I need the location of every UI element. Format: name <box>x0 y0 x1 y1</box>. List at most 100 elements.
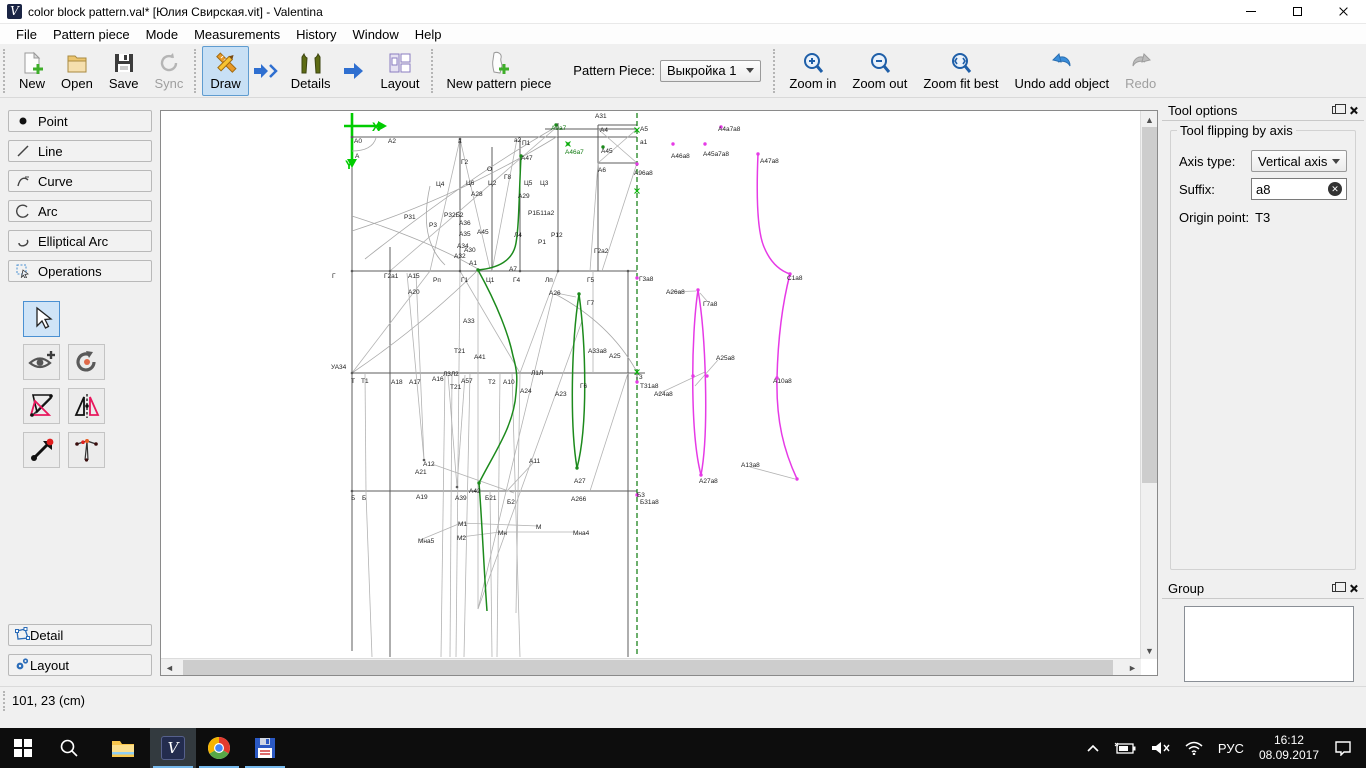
tool-flip-by-axis[interactable] <box>68 388 105 424</box>
group-list[interactable] <box>1184 606 1354 682</box>
toolbox-category-line[interactable]: Line <box>8 140 152 162</box>
operations-label: Operations <box>38 263 102 279</box>
svg-text:Y: Y <box>345 158 353 172</box>
taskbar-chrome[interactable] <box>196 728 242 768</box>
toolbox-category-elliptical-arc[interactable]: Elliptical Arc <box>8 230 152 252</box>
taskbar-file-explorer[interactable] <box>100 728 146 768</box>
tray-chevron-icon[interactable] <box>1079 728 1107 768</box>
sync-icon <box>160 52 178 71</box>
axis-type-row: Axis type: Vertical axis <box>1179 149 1347 173</box>
taskbar-clock[interactable]: 16:12 08.09.2017 <box>1251 733 1327 763</box>
zoom-in-button[interactable]: Zoom in <box>781 46 844 96</box>
horizontal-scrollbar[interactable]: ◄ ► <box>161 658 1141 675</box>
svg-text:П1: П1 <box>522 140 531 147</box>
scroll-up-icon[interactable]: ▲ <box>1141 111 1158 128</box>
toolbox-category-point[interactable]: Point <box>8 110 152 132</box>
new-button[interactable]: New <box>11 46 53 96</box>
layout-mode-button[interactable]: Layout <box>372 46 427 96</box>
menu-history[interactable]: History <box>288 25 344 44</box>
minimize-button[interactable] <box>1228 0 1274 24</box>
tool-move[interactable] <box>23 432 60 468</box>
open-button[interactable]: Open <box>53 46 101 96</box>
svg-text:а2: а2 <box>514 137 522 144</box>
zoom-fit-best-label: Zoom fit best <box>923 75 999 91</box>
svg-text:Т21: Т21 <box>450 384 462 391</box>
close-panel-icon[interactable] <box>1349 106 1358 115</box>
action-center-icon[interactable] <box>1327 728 1366 768</box>
wifi-icon[interactable] <box>1177 728 1211 768</box>
zoom-out-button[interactable]: Zoom out <box>844 46 915 96</box>
suffix-field-wrap: ✕ <box>1251 178 1347 200</box>
tool-true-darts[interactable] <box>68 432 105 468</box>
svg-text:Ц4: Ц4 <box>436 181 445 188</box>
pattern-canvas[interactable]: X Y А0 А А2 а а2 П1 Г2 O А47 Г8 А31 А4 А5 а1 А9а7 А46а7 А4… <box>160 110 1158 676</box>
tool-options-panel: Tool options Tool flipping by axis Axis … <box>1162 100 1364 576</box>
svg-text:А20: А20 <box>408 289 420 296</box>
svg-text:А27a8: А27a8 <box>699 478 718 485</box>
scroll-down-icon[interactable]: ▼ <box>1141 642 1158 659</box>
scroll-left-icon[interactable]: ◄ <box>161 659 178 676</box>
true-darts-icon <box>74 439 98 462</box>
taskbar-valentina[interactable]: V <box>150 728 196 768</box>
tool-flipping-groupbox: Tool flipping by axis Axis type: Vertica… <box>1170 123 1356 570</box>
windows-logo-icon <box>14 739 32 757</box>
svg-text:Ц5: Ц5 <box>524 180 533 187</box>
toolbox-category-operations[interactable]: Operations <box>8 260 152 282</box>
save-button[interactable]: Save <box>101 46 147 96</box>
undo-button[interactable]: Undo add object <box>1006 46 1117 96</box>
new-pattern-piece-button[interactable]: New pattern piece <box>439 46 560 96</box>
statusbar-handle <box>3 691 5 711</box>
svg-text:А11: А11 <box>529 458 540 465</box>
search-icon <box>60 739 78 757</box>
maximize-button[interactable] <box>1274 0 1320 24</box>
float-panel-icon[interactable] <box>1332 104 1346 114</box>
close-button[interactable] <box>1320 0 1366 24</box>
vertical-scrollbar[interactable]: ▲ ▼ <box>1140 111 1157 659</box>
details-mode-button[interactable]: Details <box>283 46 339 96</box>
tool-flip-by-line[interactable] <box>23 388 60 424</box>
menu-mode[interactable]: Mode <box>138 25 187 44</box>
svg-text:X: X <box>372 120 380 134</box>
open-folder-icon <box>67 55 87 72</box>
zoom-fit-best-button[interactable]: Zoom fit best <box>915 46 1006 96</box>
detail-mode-button[interactable]: Detail <box>8 624 152 646</box>
vertical-scroll-thumb[interactable] <box>1142 127 1157 483</box>
pattern-piece-select[interactable]: Выкройка 1 <box>659 59 762 82</box>
tool-rotate[interactable] <box>68 344 105 380</box>
taskbar-save-app[interactable] <box>242 728 288 768</box>
volume-muted-icon[interactable] <box>1143 728 1177 768</box>
menu-help[interactable]: Help <box>407 25 450 44</box>
layout-mode-button-side[interactable]: Layout <box>8 654 152 676</box>
float-panel-icon[interactable] <box>1332 582 1346 592</box>
axis-type-label: Axis type: <box>1179 153 1236 169</box>
svg-text:А27: А27 <box>574 478 586 485</box>
svg-text:А35: А35 <box>459 231 471 238</box>
tool-select-arrow[interactable] <box>23 301 60 337</box>
svg-text:Г7a8: Г7a8 <box>703 301 718 308</box>
close-panel-icon[interactable] <box>1349 584 1358 593</box>
pattern-drawing[interactable]: X Y А0 А А2 а а2 П1 Г2 O А47 Г8 А31 А4 А5 а1 А9а7 А46а7 А4… <box>161 111 1157 675</box>
language-indicator[interactable]: РУС <box>1211 728 1251 768</box>
tool-group-visibility[interactable] <box>23 344 60 380</box>
menu-measurements[interactable]: Measurements <box>186 25 288 44</box>
battery-icon[interactable] <box>1107 728 1143 768</box>
draw-mode-button[interactable]: Draw <box>202 45 249 96</box>
axis-type-select[interactable]: Vertical axis <box>1251 150 1347 172</box>
taskbar-search-button[interactable] <box>46 728 92 768</box>
toolbox-category-curve[interactable]: Curve <box>8 170 152 192</box>
svg-text:А26: А26 <box>549 290 561 297</box>
scroll-right-icon[interactable]: ► <box>1124 659 1141 676</box>
menu-window[interactable]: Window <box>345 25 407 44</box>
clear-input-icon[interactable]: ✕ <box>1328 182 1342 196</box>
cursor-position-readout: 101, 23 (cm) <box>12 693 85 708</box>
clock-time: 16:12 <box>1273 733 1304 747</box>
menu-pattern-piece[interactable]: Pattern piece <box>45 25 138 44</box>
menu-file[interactable]: File <box>8 25 45 44</box>
open-button-label: Open <box>61 75 93 91</box>
toolbox-category-arc[interactable]: Arc <box>8 200 152 222</box>
horizontal-scroll-thumb[interactable] <box>183 660 1113 675</box>
suffix-field[interactable] <box>1256 181 1328 197</box>
start-button[interactable] <box>0 728 46 768</box>
svg-text:А4а7a8: А4а7a8 <box>718 126 741 133</box>
svg-text:А47a8: А47a8 <box>760 158 779 165</box>
